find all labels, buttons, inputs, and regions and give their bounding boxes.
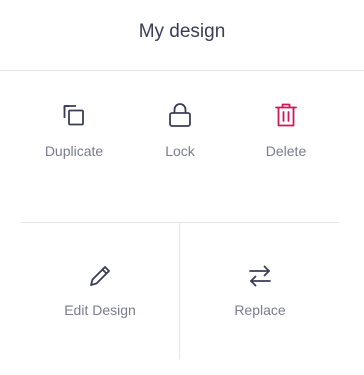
replace-button[interactable]: Replace <box>200 262 320 318</box>
duplicate-button[interactable]: Duplicate <box>34 101 114 159</box>
pencil-icon <box>86 262 114 290</box>
panel-header: My design <box>0 0 364 71</box>
vertical-divider <box>179 223 180 359</box>
edit-design-label: Edit Design <box>64 302 136 318</box>
edit-design-button[interactable]: Edit Design <box>40 262 160 318</box>
delete-label: Delete <box>265 143 307 159</box>
replace-label: Replace <box>234 302 286 318</box>
lock-button[interactable]: Lock <box>140 101 220 159</box>
horizontal-divider <box>21 222 339 223</box>
lock-icon <box>166 101 194 129</box>
copy-icon <box>60 101 88 129</box>
delete-button[interactable]: Delete <box>246 101 326 159</box>
trash-icon <box>272 101 300 129</box>
lock-label: Lock <box>165 143 195 159</box>
panel-title: My design <box>138 21 226 42</box>
swap-arrows-icon <box>246 262 274 290</box>
duplicate-label: Duplicate <box>44 143 104 159</box>
